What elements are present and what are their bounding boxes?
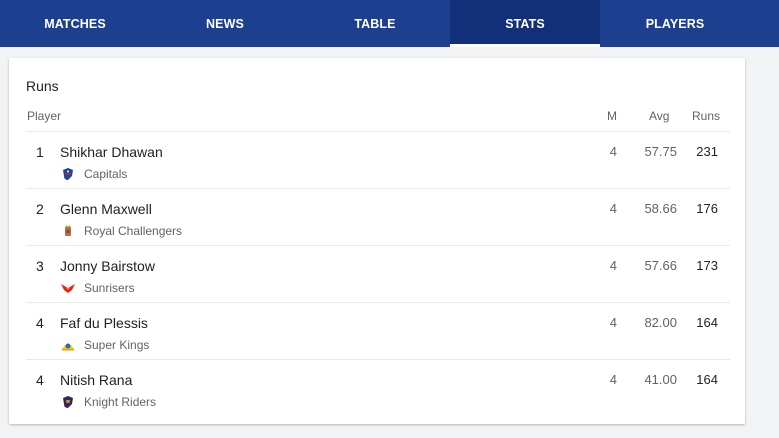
table-row[interactable]: 3 Jonny Bairstow Sunrisers 4 57.66 173 — [9, 245, 745, 302]
table-row[interactable]: 2 Glenn Maxwell Royal Challengers 4 58.6… — [9, 188, 745, 245]
player-name[interactable]: Shikhar Dhawan — [60, 144, 163, 160]
capitals-logo-icon — [60, 166, 76, 182]
tab-news[interactable]: NEWS — [150, 0, 300, 47]
card-title: Runs — [26, 78, 59, 94]
matches-value: 4 — [609, 201, 617, 216]
average-value: 82.00 — [644, 315, 677, 330]
matches-value: 4 — [609, 315, 617, 330]
matches-value: 4 — [609, 144, 617, 159]
player-name[interactable]: Nitish Rana — [60, 372, 132, 388]
average-value: 58.66 — [644, 201, 677, 216]
team-name: Knight Riders — [84, 395, 157, 409]
rank: 2 — [36, 201, 44, 217]
table-row[interactable]: 4 Nitish Rana Knight Riders 4 41.00 164 — [9, 359, 745, 416]
header-runs: Runs — [692, 109, 721, 123]
tab-stats[interactable]: STATS — [450, 0, 600, 47]
runs-value: 173 — [696, 258, 718, 273]
header-average: Avg — [649, 109, 670, 123]
runs-stats-card: Runs Player M Avg Runs 1 Shikhar Dhawan … — [9, 58, 745, 424]
knight-riders-logo-icon — [60, 394, 76, 410]
page-background-strip — [0, 432, 779, 438]
player-name[interactable]: Glenn Maxwell — [60, 201, 152, 217]
tab-bar-filler — [750, 0, 779, 47]
player-name[interactable]: Faf du Plessis — [60, 315, 148, 331]
rank: 3 — [36, 258, 44, 274]
team-name: Sunrisers — [84, 281, 135, 295]
table-row[interactable]: 4 Faf du Plessis Super Kings 4 82.00 164 — [9, 302, 745, 359]
rank: 4 — [36, 315, 44, 331]
runs-value: 164 — [696, 372, 718, 387]
tab-bar: MATCHES NEWS TABLE STATS PLAYERS — [0, 0, 779, 47]
royal-challengers-logo-icon — [60, 223, 76, 239]
runs-value: 231 — [696, 144, 718, 159]
team-name: Super Kings — [84, 338, 150, 352]
player-name[interactable]: Jonny Bairstow — [60, 258, 155, 274]
runs-value: 164 — [696, 315, 718, 330]
header-player: Player — [27, 109, 62, 123]
average-value: 57.75 — [644, 144, 677, 159]
header-matches: M — [607, 109, 617, 123]
super-kings-logo-icon — [60, 337, 76, 353]
rank: 1 — [36, 144, 44, 160]
rank: 4 — [36, 372, 44, 388]
average-value: 41.00 — [644, 372, 677, 387]
team-name: Capitals — [84, 167, 128, 181]
matches-value: 4 — [609, 258, 617, 273]
runs-value: 176 — [696, 201, 718, 216]
tab-players[interactable]: PLAYERS — [600, 0, 750, 47]
matches-value: 4 — [609, 372, 617, 387]
sunrisers-logo-icon — [60, 280, 76, 296]
average-value: 57.66 — [644, 258, 677, 273]
tab-matches[interactable]: MATCHES — [0, 0, 150, 47]
tab-table[interactable]: TABLE — [300, 0, 450, 47]
team-name: Royal Challengers — [84, 224, 183, 238]
table-row[interactable]: 1 Shikhar Dhawan Capitals 4 57.75 231 — [9, 131, 745, 188]
